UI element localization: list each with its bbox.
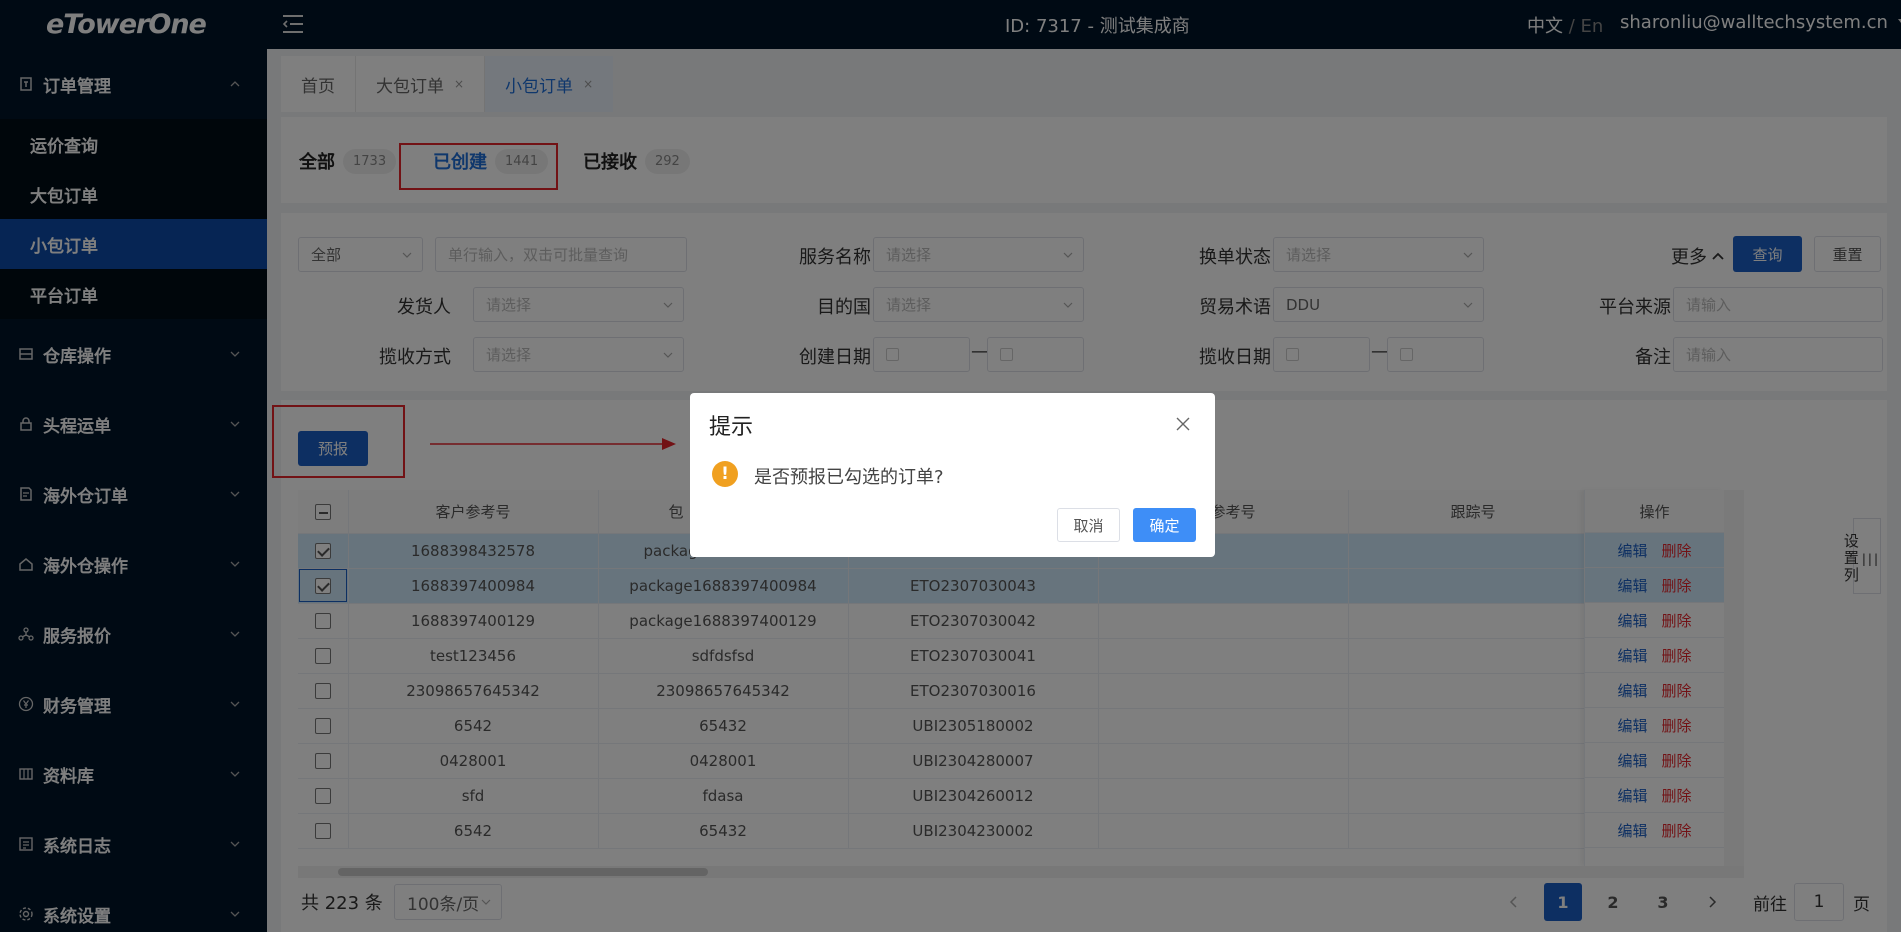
dialog-title: 提示 [709,415,754,440]
warning-icon: ! [712,461,738,487]
dialog-message: 是否预报已勾选的订单? [754,467,944,488]
close-icon[interactable] [1176,417,1190,431]
cancel-button[interactable]: 取消 [1057,508,1120,542]
confirm-button[interactable]: 确定 [1133,508,1196,542]
confirm-dialog: 提示 ! 是否预报已勾选的订单? 取消 确定 [690,393,1215,557]
